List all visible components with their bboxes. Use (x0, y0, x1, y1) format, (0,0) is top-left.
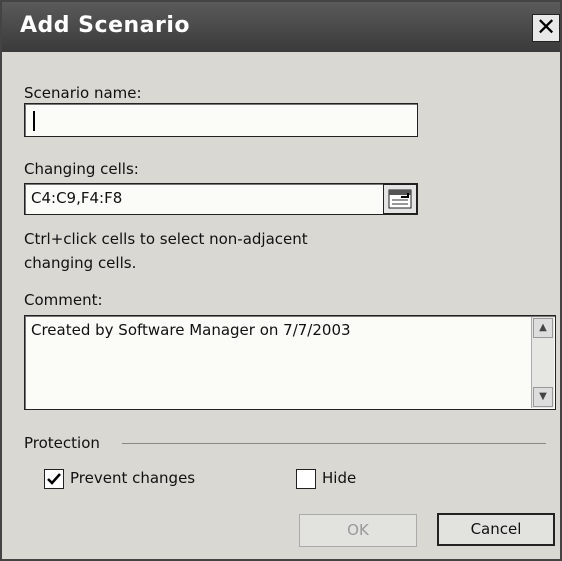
prevent-changes-label[interactable]: Prevent changes (70, 469, 195, 487)
prevent-changes-checkbox[interactable] (44, 469, 64, 489)
text-caret (33, 111, 35, 131)
add-scenario-dialog: Add Scenario ✕ Scenario name: Changing c… (0, 0, 562, 561)
chevron-down-icon: ▼ (539, 391, 547, 402)
chevron-up-icon: ▲ (539, 322, 547, 333)
hide-checkbox[interactable] (296, 469, 316, 489)
changing-cells-label: Changing cells: (24, 160, 139, 178)
cancel-button[interactable]: Cancel (437, 513, 555, 546)
scroll-up-button[interactable]: ▲ (533, 318, 553, 338)
comment-scrollbar[interactable]: ▲ ▼ (531, 317, 554, 408)
title-bar[interactable]: Add Scenario ✕ (2, 2, 560, 52)
protection-label: Protection (24, 434, 100, 452)
collapse-dialog-button[interactable] (383, 184, 417, 214)
comment-textarea[interactable]: Created by Software Manager on 7/7/2003 … (24, 315, 556, 410)
checkmark-icon (47, 473, 61, 485)
scroll-down-button[interactable]: ▼ (533, 387, 553, 407)
collapse-dialog-icon (388, 189, 412, 209)
comment-value: Created by Software Manager on 7/7/2003 (31, 321, 351, 339)
hide-label[interactable]: Hide (322, 469, 356, 487)
dialog-title: Add Scenario (20, 13, 191, 38)
close-icon: ✕ (535, 13, 557, 41)
protection-separator (122, 443, 546, 444)
changing-cells-value: C4:C9,F4:F8 (31, 189, 123, 207)
comment-label: Comment: (24, 291, 103, 309)
changing-cells-input[interactable]: C4:C9,F4:F8 (24, 183, 418, 215)
close-button[interactable]: ✕ (532, 14, 560, 42)
ok-button[interactable]: OK (299, 514, 417, 547)
changing-cells-hint-2: changing cells. (24, 254, 137, 272)
scenario-name-label: Scenario name: (24, 84, 142, 102)
scenario-name-input[interactable] (24, 103, 418, 137)
changing-cells-hint-1: Ctrl+click cells to select non-adjacent (24, 230, 308, 248)
